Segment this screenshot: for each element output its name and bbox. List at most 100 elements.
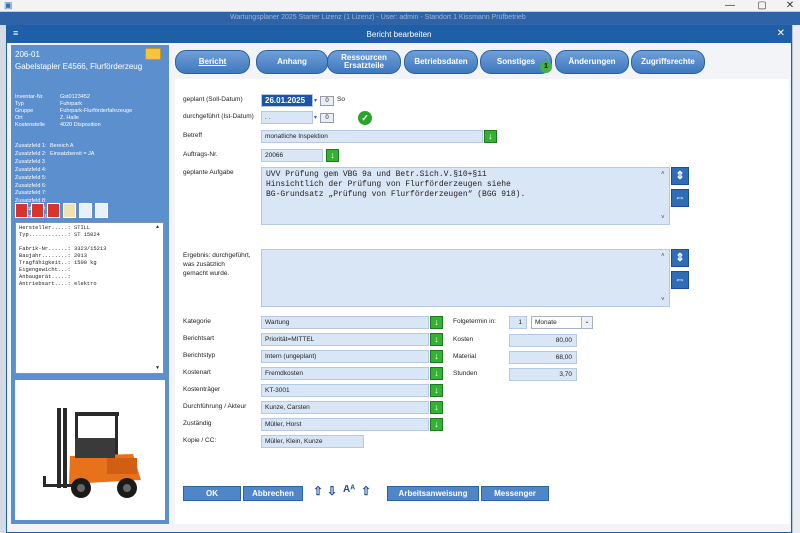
tab-betriebsdaten[interactable]: Betriebsdaten — [404, 50, 478, 74]
actor-field[interactable]: Kunze, Carsten — [261, 401, 429, 414]
task-scrollbar[interactable]: ˄ ˅ — [660, 169, 668, 223]
report-type-dropdown-icon[interactable]: ↓ — [430, 350, 443, 363]
category-dropdown-icon[interactable]: ↓ — [430, 316, 443, 329]
cost-unit-dropdown-icon[interactable]: ↓ — [430, 384, 443, 397]
responsible-label: Zuständig — [183, 420, 212, 427]
subject-dropdown-icon[interactable]: ↓ — [484, 130, 497, 143]
material-field[interactable]: 68,00 — [509, 351, 577, 364]
follow-up-unit-value: Monate — [535, 319, 557, 326]
cost-type-label: Kostenart — [183, 369, 211, 376]
info-row: Gruppe Fuhrpark-Flurförderfahrzeuge — [15, 108, 133, 114]
tab-aenderungen[interactable]: Änderungen — [555, 50, 629, 74]
zusatz-row: Zusatzfeld 6: — [15, 182, 47, 189]
cost-type-dropdown-icon[interactable]: ↓ — [430, 367, 443, 380]
pdf-icon[interactable] — [15, 203, 28, 218]
order-number-label: Auftrags-Nr. — [183, 151, 218, 158]
category-field[interactable]: Wartung — [261, 316, 429, 329]
spec-text[interactable]: Hersteller.....: STILL Typ............: S… — [15, 222, 164, 374]
tab-badge: 1 — [540, 61, 552, 73]
tab-anhang[interactable]: Anhang — [256, 50, 328, 74]
done-date-dropdown-icon[interactable]: ▾ — [314, 114, 317, 121]
done-date-label: durchgeführt (Ist-Datum) — [183, 113, 254, 120]
zusatz-row: Zusatzfeld 4: — [15, 166, 47, 173]
spec-line: Fabrik-Nr......: 3323/15213 — [19, 246, 107, 252]
document-icon[interactable] — [95, 203, 108, 218]
task-label: geplante Aufgabe — [183, 169, 234, 176]
task-textarea[interactable]: UVV Prüfung gem VBG 9a und Betr.Sich.V.§… — [261, 167, 670, 225]
report-type-label: Berichtstyp — [183, 352, 216, 359]
spec-scrollbar[interactable]: ▲ ▼ — [156, 224, 162, 372]
zusatz-row: Zusatzfeld 1: Bereich A — [15, 143, 74, 149]
report-kind-label: Berichtsart — [183, 335, 215, 342]
maximize-button[interactable]: ▢ — [748, 0, 776, 12]
order-number-field[interactable]: 20066 — [261, 149, 323, 162]
folder-icon[interactable] — [145, 48, 161, 60]
done-date-offset[interactable]: 0 — [320, 113, 334, 123]
cancel-button[interactable]: Abbrechen — [243, 486, 303, 501]
equipment-info: Inventar-Nr. Gst0123452 Typ Fuhrpark Grupp… — [15, 94, 132, 129]
expand-horizontal-icon[interactable]: ⇔ — [671, 271, 689, 289]
cost-unit-field[interactable]: KT-3001 — [261, 384, 429, 397]
spec-line: Typ............: ST 15024 — [19, 232, 100, 238]
expand-vertical-icon[interactable]: ⇕ — [671, 167, 689, 185]
close-window-button[interactable]: ✕ — [776, 0, 800, 12]
dialog-close-button[interactable]: ✕ — [777, 28, 785, 39]
planned-date-dropdown-icon[interactable]: ▾ — [314, 97, 317, 104]
expand-vertical-icon[interactable]: ⇕ — [671, 249, 689, 267]
follow-up-number[interactable]: 1 — [509, 316, 527, 329]
pdf-icon[interactable] — [31, 203, 44, 218]
planned-date-field[interactable]: 26.01.2025 — [261, 94, 313, 107]
upload-icon[interactable]: ⇧ — [361, 484, 371, 498]
download-icon[interactable]: ⇩ — [327, 484, 337, 498]
spec-line: Tragfähigkeit..: 1500 kg — [19, 260, 97, 266]
hours-field[interactable]: 3,70 — [509, 368, 577, 381]
tab-zugriffsrechte[interactable]: Zugriffsrechte — [631, 50, 705, 74]
done-date-field[interactable]: . . — [261, 111, 313, 124]
expand-horizontal-icon[interactable]: ⇔ — [671, 189, 689, 207]
responsible-dropdown-icon[interactable]: ↓ — [430, 418, 443, 431]
planned-date-label: geplant (Soll-Datum) — [183, 96, 243, 103]
zusatz-row: Zusatzfeld 7: — [15, 190, 47, 197]
planned-date-offset[interactable]: 0 — [320, 96, 334, 106]
document-icon[interactable] — [79, 203, 92, 218]
cost-type-field[interactable]: Fremdkosten — [261, 367, 429, 380]
follow-up-unit-select[interactable]: Monate ⌄ — [531, 316, 593, 329]
dialog-title: Bericht bearbeiten — [366, 30, 432, 39]
spec-line: Anbaugerät.....: — [19, 274, 71, 280]
report-type-field[interactable]: Intern (ungeplant) — [261, 350, 429, 363]
actor-dropdown-icon[interactable]: ↓ — [430, 401, 443, 414]
font-size-icon[interactable]: Aᴬ — [343, 484, 355, 495]
equipment-subtitle: Gabelstapler E4566, Flurförderzeug — [15, 62, 143, 71]
minimize-button[interactable]: — — [716, 0, 744, 12]
pdf-icon[interactable] — [47, 203, 60, 218]
result-scrollbar[interactable]: ˄ ˅ — [660, 251, 668, 305]
dialog-title-bar: ≡ Bericht bearbeiten ✕ — [7, 26, 791, 43]
info-row: Typ Fuhrpark — [15, 101, 83, 107]
background-app-title: Wartungsplaner 2025 Starter Lizenz (1 Li… — [230, 14, 526, 21]
ok-button[interactable]: OK — [183, 486, 241, 501]
material-label: Material — [453, 353, 477, 360]
cc-label: Kopie / CC: — [183, 437, 217, 444]
tab-bericht[interactable]: Bericht — [175, 50, 250, 74]
result-textarea[interactable]: ˄ ˅ — [261, 249, 670, 307]
task-text: UVV Prüfung gem VBG 9a und Betr.Sich.V.§… — [266, 170, 526, 199]
spec-line: Eigengewicht...: — [19, 267, 71, 273]
checkmark-icon[interactable]: ✓ — [358, 111, 372, 125]
hours-label: Stunden — [453, 370, 478, 377]
work-instruction-button[interactable]: Arbeitsanweisung — [387, 486, 479, 501]
planned-weekday: So — [337, 96, 345, 103]
cost-unit-label: Kostenträger — [183, 386, 221, 393]
report-kind-dropdown-icon[interactable]: ↓ — [430, 333, 443, 346]
order-number-dropdown-icon[interactable]: ↓ — [326, 149, 339, 162]
tab-ressourcen[interactable]: Ressourcen Ersatzteile — [327, 50, 401, 74]
subject-field[interactable]: monatliche Inspektion — [261, 130, 483, 143]
cc-field[interactable]: Müller, Klein, Kunze — [261, 435, 364, 448]
certificate-icon[interactable] — [63, 203, 76, 218]
report-kind-field[interactable]: Priorität=MITTEL — [261, 333, 429, 346]
responsible-field[interactable]: Müller, Horst — [261, 418, 429, 431]
messenger-button[interactable]: Messenger — [481, 486, 549, 501]
upload-icon[interactable]: ⇧ — [313, 484, 323, 498]
category-label: Kategorie — [183, 318, 211, 325]
costs-field[interactable]: 80,00 — [509, 334, 577, 347]
app-icon: ▣ — [4, 0, 13, 10]
